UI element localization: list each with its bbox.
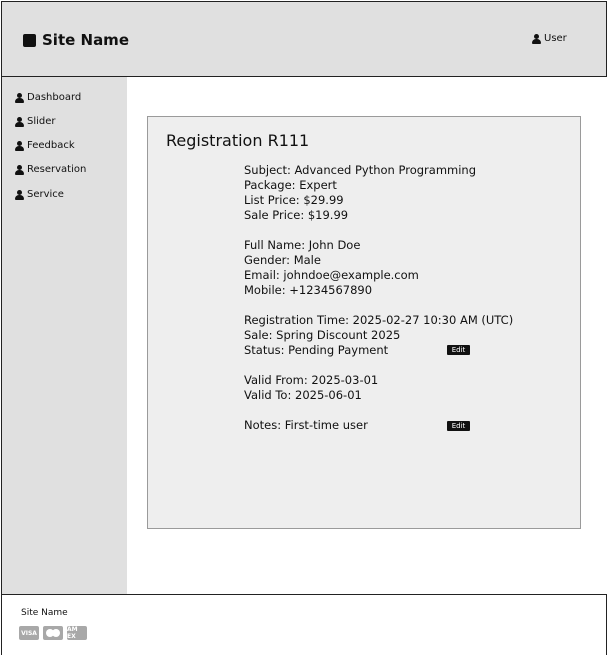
payment-methods: VISA AM EX: [19, 626, 87, 640]
valid-to-text: Valid To: 2025-06-01: [244, 388, 362, 402]
mastercard-icon: [43, 626, 63, 640]
registration-details: Subject: Advanced Python Programming Pac…: [244, 163, 513, 433]
registration-card: Registration R111 Subject: Advanced Pyth…: [147, 116, 581, 529]
visa-icon: VISA: [19, 626, 39, 640]
sale-price-text: Sale Price: $19.99: [244, 208, 349, 222]
registration-time-text: Registration Time: 2025-02-27 10:30 AM (…: [244, 313, 514, 327]
registration-title: Registration R111: [166, 131, 310, 150]
sidebar-item-label: Slider: [27, 116, 56, 127]
valid-from-text: Valid From: 2025-03-01: [244, 373, 379, 387]
status-text: Status: Pending Payment: [244, 343, 389, 357]
email-text: Email: johndoe@example.com: [244, 268, 419, 282]
user-menu[interactable]: User: [532, 33, 567, 44]
full-name-text: Full Name: John Doe: [244, 238, 361, 252]
subject-text: Subject: Advanced Python Programming: [244, 163, 477, 177]
sidebar-item-label: Feedback: [27, 140, 75, 151]
user-icon: [15, 140, 24, 151]
sidebar-item-slider[interactable]: Slider: [15, 116, 56, 127]
user-label: User: [544, 33, 567, 44]
list-price-text: List Price: $29.99: [244, 193, 344, 207]
header: Site Name User: [2, 2, 606, 77]
sidebar: Dashboard Slider Feedback Reservation Se…: [2, 77, 127, 594]
sidebar-item-label: Dashboard: [27, 92, 82, 103]
sidebar-item-dashboard[interactable]: Dashboard: [15, 92, 81, 103]
sidebar-item-feedback[interactable]: Feedback: [15, 140, 75, 151]
sidebar-item-label: Reservation: [27, 164, 87, 175]
footer: Site Name VISA AM EX: [2, 594, 606, 656]
notes-text: Notes: First-time user: [244, 418, 368, 432]
sidebar-item-reservation[interactable]: Reservation: [15, 164, 86, 175]
gender-text: Gender: Male: [244, 253, 321, 267]
footer-site-name: Site Name: [21, 608, 68, 618]
sidebar-item-label: Service: [27, 189, 64, 200]
page-frame: Site Name User Dashboard Slider Feedback…: [1, 1, 607, 656]
package-text: Package: Expert: [244, 178, 337, 192]
edit-notes-button[interactable]: Edit: [447, 421, 470, 431]
main-content: Registration R111 Subject: Advanced Pyth…: [127, 77, 607, 594]
sale-text: Sale: Spring Discount 2025: [244, 328, 401, 342]
sidebar-item-service[interactable]: Service: [15, 189, 64, 200]
amex-icon: AM EX: [67, 626, 87, 640]
user-icon: [15, 116, 24, 127]
user-icon: [15, 164, 24, 175]
mobile-text: Mobile: +1234567890: [244, 283, 373, 297]
edit-status-button[interactable]: Edit: [447, 345, 470, 355]
user-icon: [15, 92, 24, 103]
user-icon: [15, 189, 24, 200]
user-icon: [532, 33, 541, 44]
site-name[interactable]: Site Name: [42, 31, 129, 49]
logo-icon: [23, 34, 36, 47]
